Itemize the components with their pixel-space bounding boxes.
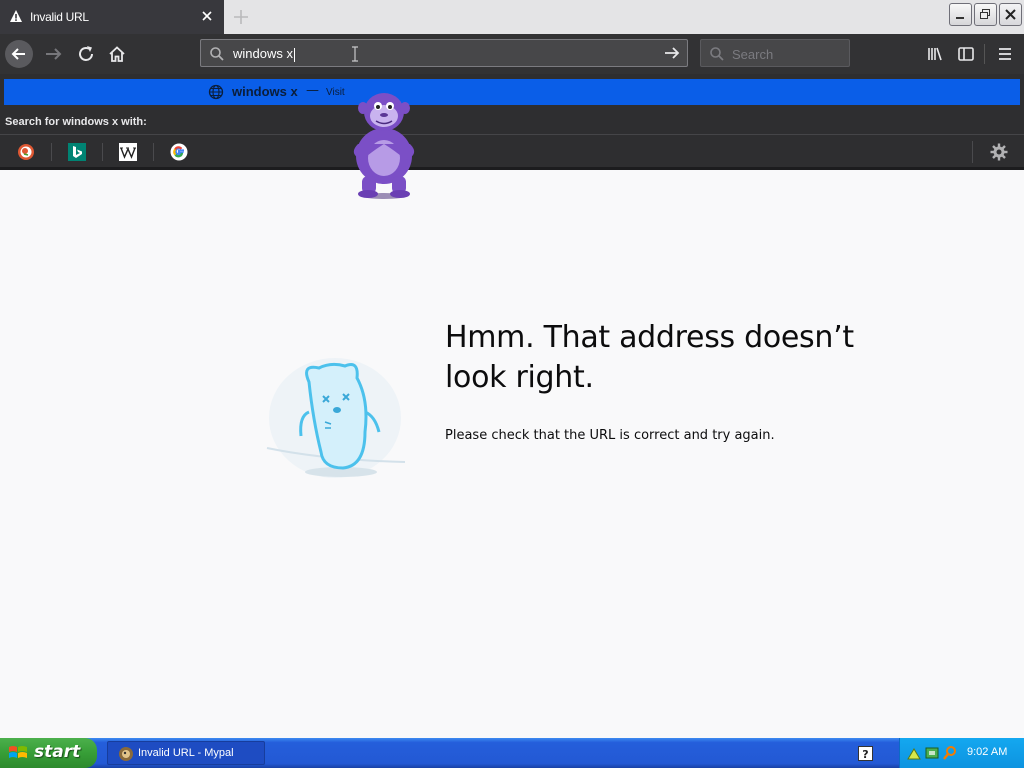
minimize-icon <box>956 17 964 19</box>
windows-flag-icon <box>9 746 27 758</box>
error-description: Please check that the URL is correct and… <box>445 428 775 443</box>
search-placeholder: Search <box>732 47 774 62</box>
new-tab-button[interactable] <box>230 6 252 28</box>
system-tray: 9:02 AM <box>899 738 1024 768</box>
tab-strip: Invalid URL <box>0 0 1024 34</box>
hamburger-menu-icon[interactable] <box>991 40 1019 68</box>
forward-icon[interactable] <box>40 40 68 68</box>
help-icon[interactable]: ? <box>858 746 873 761</box>
autocomplete-row-separator: — <box>306 83 319 98</box>
bonzibuddy-icon[interactable] <box>340 84 428 200</box>
engine-separator <box>153 143 154 161</box>
toolbar-divider <box>984 44 985 64</box>
restore-button[interactable] <box>974 3 997 26</box>
reload-icon[interactable] <box>72 40 100 68</box>
warning-icon <box>10 10 22 22</box>
google-icon[interactable] <box>170 143 188 161</box>
autocomplete-popup: windows x — Visit Search for windows x w… <box>0 74 1024 170</box>
start-label: start <box>34 742 81 762</box>
url-input-value[interactable]: windows x <box>233 46 295 62</box>
plus-icon <box>234 10 248 24</box>
security-icon[interactable] <box>924 745 940 761</box>
engine-separator <box>972 141 973 163</box>
globe-icon <box>208 84 224 100</box>
duckduckgo-icon[interactable] <box>17 143 35 161</box>
search-icon <box>210 47 224 61</box>
tab-invalid-url[interactable]: Invalid URL <box>0 0 224 34</box>
back-icon[interactable] <box>5 40 33 68</box>
error-illustration <box>266 358 406 478</box>
window-controls <box>949 3 1022 29</box>
network-icon[interactable] <box>906 745 922 761</box>
go-arrow-icon[interactable] <box>663 45 681 61</box>
close-tab-icon[interactable] <box>200 9 214 23</box>
error-title: Hmm. That address doesn’t look right. <box>445 320 854 395</box>
magnifier-icon[interactable] <box>942 745 958 761</box>
text-cursor-icon <box>352 46 358 62</box>
mypal-app-icon <box>119 747 133 761</box>
search-bar[interactable]: Search <box>700 39 850 67</box>
search-with-label: Search for windows x with: <box>5 116 147 128</box>
taskbar-item-label: Invalid URL - Mypal <box>138 747 234 759</box>
autocomplete-row-title: windows x <box>232 84 298 99</box>
wikipedia-icon[interactable] <box>119 143 137 161</box>
close-window-button[interactable] <box>999 3 1022 26</box>
library-icon[interactable] <box>921 40 949 68</box>
autocomplete-row-visit[interactable]: windows x — Visit <box>4 79 1020 105</box>
sidebar-icon[interactable] <box>952 40 980 68</box>
restore-icon <box>980 9 990 19</box>
search-icon <box>710 47 724 61</box>
home-icon[interactable] <box>103 40 131 68</box>
gear-icon[interactable] <box>989 142 1009 162</box>
bing-icon[interactable] <box>68 143 86 161</box>
url-bar[interactable]: windows x <box>200 39 688 67</box>
error-page: Hmm. That address doesn’t look right. Pl… <box>0 170 1024 738</box>
svg-text:?: ? <box>862 748 868 761</box>
taskbar: start Invalid URL - Mypal ? 9:02 AM <box>0 738 1024 768</box>
engine-separator <box>102 143 103 161</box>
clock: 9:02 AM <box>967 746 1008 758</box>
taskbar-item-mypal[interactable]: Invalid URL - Mypal <box>107 741 265 765</box>
navigation-toolbar: windows x Search <box>0 34 1024 74</box>
one-off-search-engines <box>0 134 1024 168</box>
engine-separator <box>51 143 52 161</box>
close-icon <box>1005 9 1016 20</box>
tab-title: Invalid URL <box>30 10 89 24</box>
minimize-button[interactable] <box>949 3 972 26</box>
start-button[interactable]: start <box>0 738 97 768</box>
